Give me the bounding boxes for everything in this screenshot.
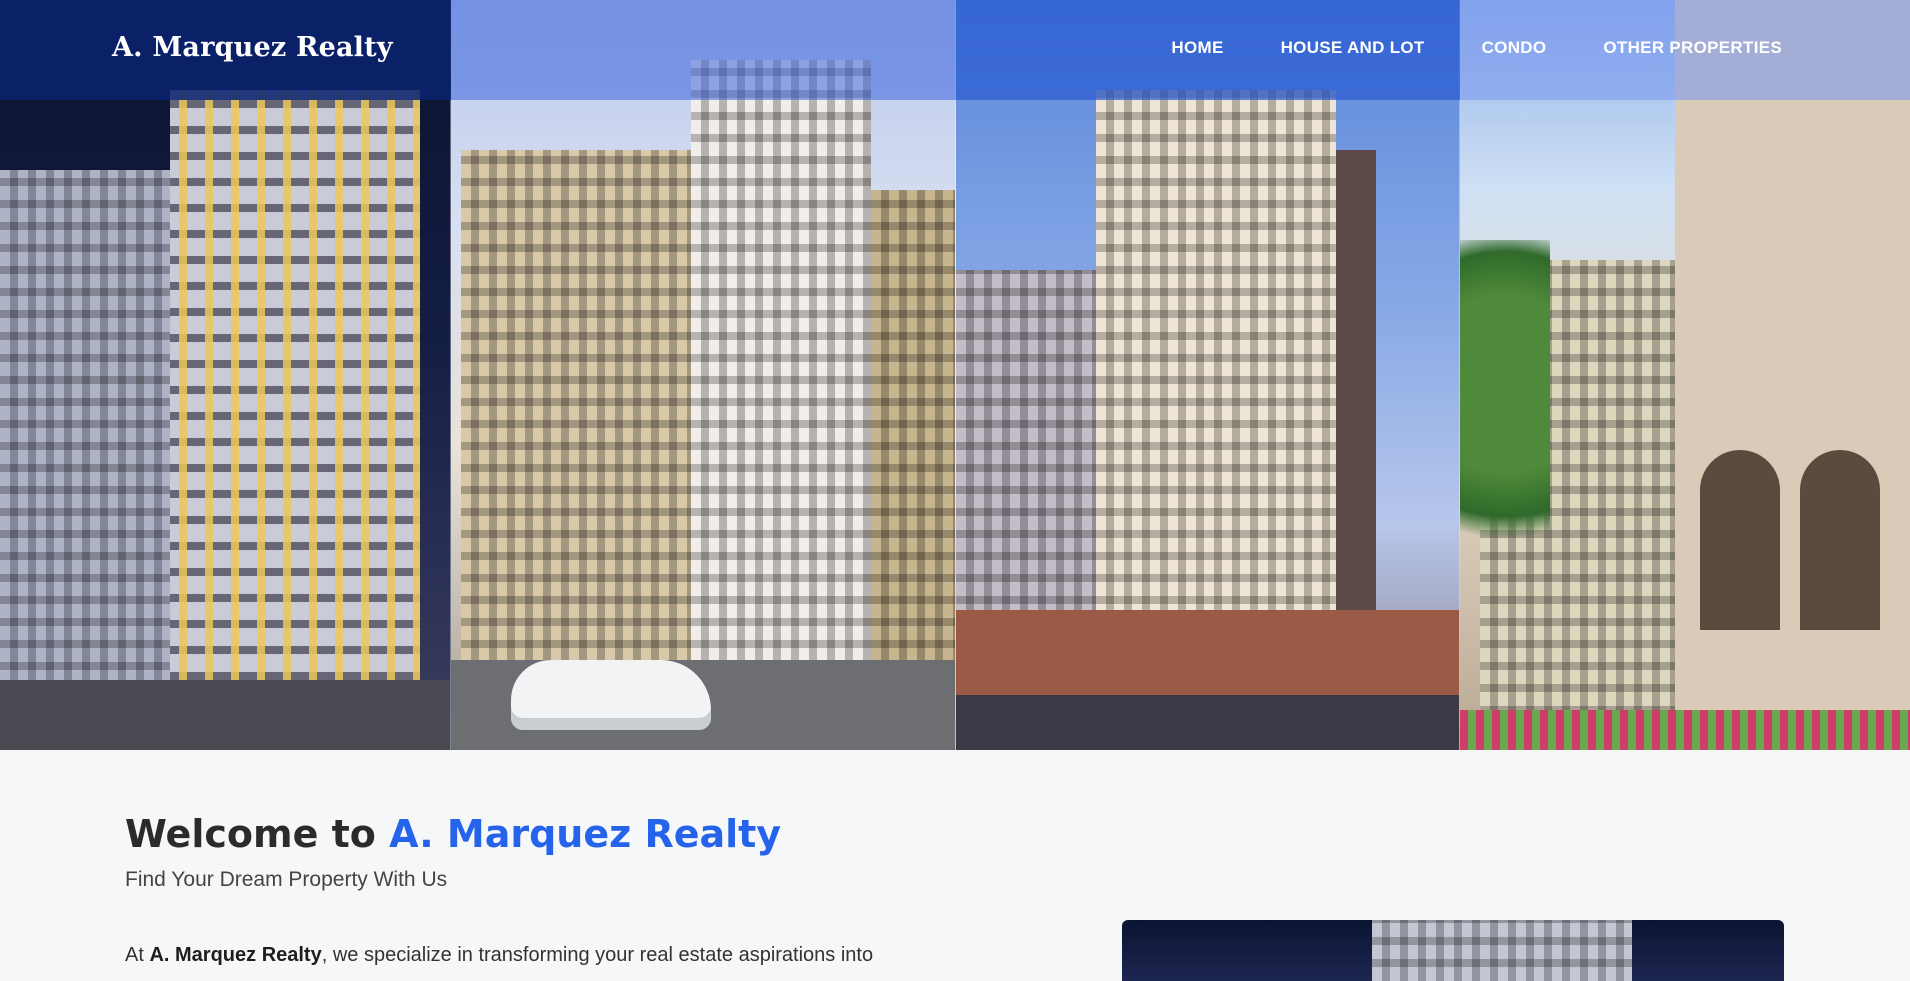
hero-panel-4 — [1460, 0, 1910, 750]
main-menu: HOME HOUSE AND LOT CONDO OTHER PROPERTIE… — [1171, 38, 1782, 58]
street-image — [0, 680, 450, 750]
page-title: Welcome to A. Marquez Realty — [125, 812, 781, 856]
featured-property-image[interactable] — [1122, 920, 1784, 981]
building-image — [1372, 920, 1632, 981]
arch-image — [1800, 450, 1880, 630]
flowers-image — [1460, 710, 1910, 750]
intro-brand: A. Marquez Realty — [149, 944, 322, 966]
hero-banner — [0, 0, 1910, 750]
car-image — [511, 660, 711, 730]
nav-house-and-lot-link[interactable]: HOUSE AND LOT — [1281, 38, 1425, 58]
hero-panel-3 — [956, 0, 1460, 750]
intro-prefix: At — [125, 944, 150, 966]
title-brand: A. Marquez Realty — [389, 812, 782, 856]
building-image — [691, 60, 871, 750]
building-image — [1675, 0, 1910, 750]
tagline: Find Your Dream Property With Us — [125, 868, 448, 891]
title-prefix: Welcome to — [125, 812, 390, 856]
nav-condo-link[interactable]: CONDO — [1482, 38, 1547, 58]
building-image — [170, 90, 420, 750]
intro-paragraph: At A. Marquez Realty, we specialize in t… — [125, 944, 873, 967]
hero-panel-1 — [0, 0, 451, 750]
arch-image — [1700, 450, 1780, 630]
navbar-segment — [451, 0, 956, 100]
nav-other-properties-link[interactable]: OTHER PROPERTIES — [1603, 38, 1782, 58]
hero-panel-2 — [451, 0, 956, 750]
intro-text: , we specialize in transforming your rea… — [321, 944, 874, 966]
nav-home-link[interactable]: HOME — [1171, 38, 1223, 58]
site-logo[interactable]: A. Marquez Realty — [112, 32, 393, 63]
tree-image — [1460, 240, 1550, 600]
street-image — [956, 695, 1459, 750]
welcome-section: Welcome to A. Marquez Realty Find Your D… — [0, 750, 1910, 981]
